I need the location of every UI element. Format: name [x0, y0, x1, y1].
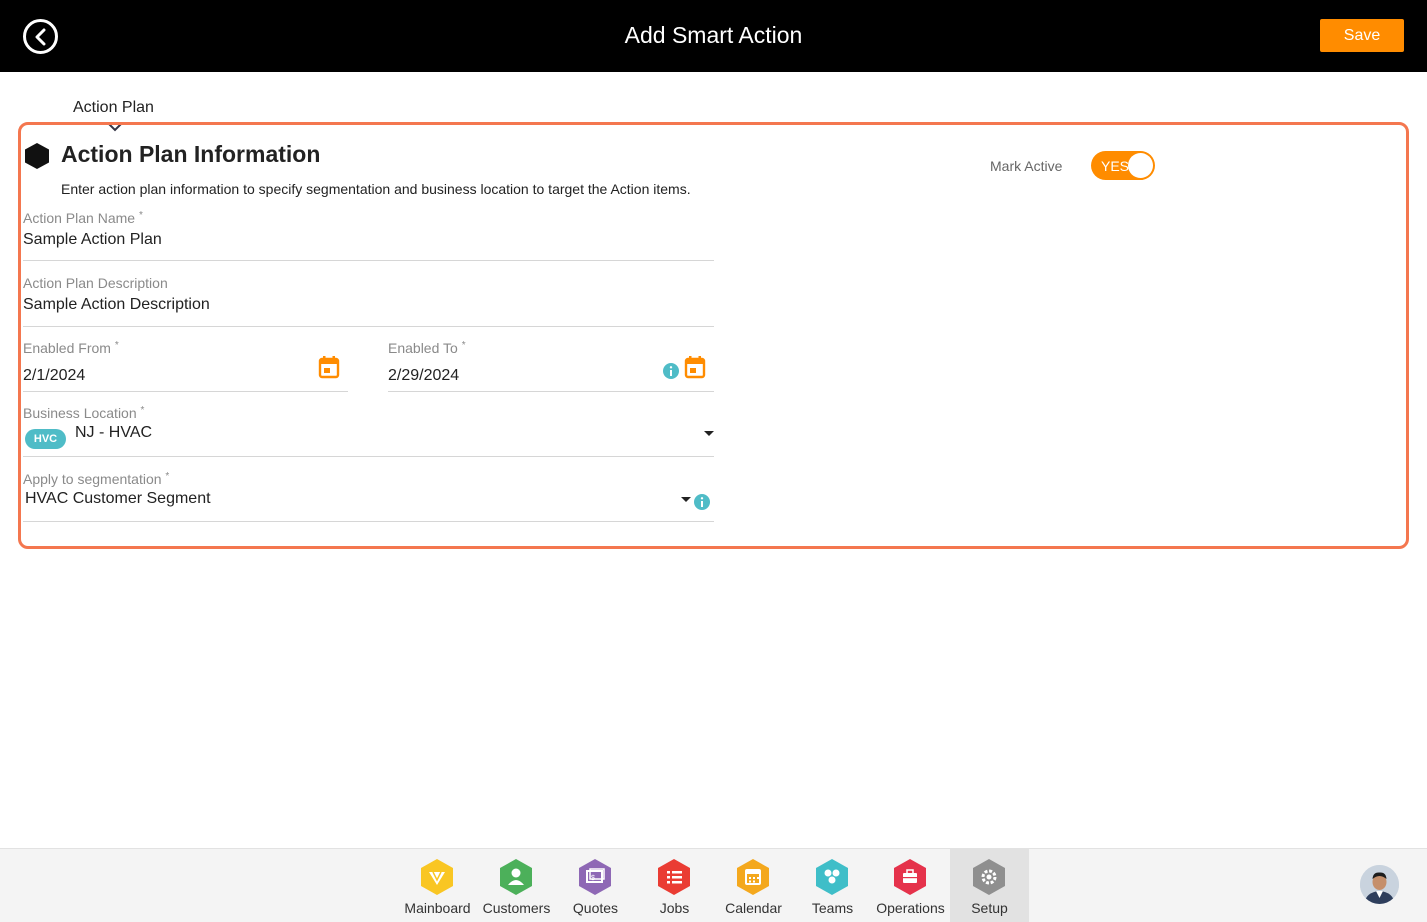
- calendar-icon[interactable]: [684, 355, 706, 379]
- action-plan-name-field[interactable]: Action Plan Name * Sample Action Plan: [23, 209, 714, 261]
- nav-label: Teams: [811, 900, 854, 916]
- svg-text:$: $: [591, 875, 595, 882]
- segmentation-label: Apply to segmentation *: [23, 471, 170, 487]
- action-plan-description-value: Sample Action Description: [23, 296, 210, 313]
- nav-label: Jobs: [659, 900, 690, 916]
- mark-active-toggle[interactable]: YES: [1091, 151, 1155, 180]
- action-plan-description-field[interactable]: Action Plan Description Sample Action De…: [23, 275, 714, 327]
- calendar-icon[interactable]: [318, 355, 340, 379]
- nav-item-mainboard[interactable]: Mainboard: [398, 849, 477, 922]
- nav-label: Operations: [876, 900, 945, 916]
- customers-icon: [500, 859, 532, 895]
- enabled-from-field[interactable]: Enabled From * 2/1/2024: [23, 340, 348, 392]
- toggle-label: YES: [1101, 158, 1130, 174]
- jobs-icon: [658, 859, 690, 895]
- section-description: Enter action plan information to specify…: [61, 181, 691, 197]
- segmentation-field[interactable]: Apply to segmentation * HVAC Customer Se…: [23, 471, 714, 522]
- caret-down-icon[interactable]: [680, 496, 692, 503]
- page-title: Add Smart Action: [624, 22, 803, 48]
- nav-label: Mainboard: [404, 900, 471, 916]
- info-icon[interactable]: [663, 363, 679, 379]
- tab-action-plan[interactable]: Action Plan: [73, 99, 154, 117]
- segmentation-value: HVAC Customer Segment: [25, 490, 211, 507]
- enabled-from-label: Enabled From *: [23, 340, 119, 356]
- hexagon-icon: [25, 143, 49, 169]
- enabled-from-value: 2/1/2024: [23, 367, 86, 384]
- gear-icon: [973, 859, 1005, 895]
- nav-label: Customers: [482, 900, 551, 916]
- nav-item-operations[interactable]: Operations: [871, 849, 950, 922]
- nav-item-setup[interactable]: Setup: [950, 849, 1029, 922]
- caret-down-icon[interactable]: [703, 430, 715, 437]
- info-icon[interactable]: [694, 494, 710, 510]
- nav-item-quotes[interactable]: $ Quotes: [556, 849, 635, 922]
- nav-item-customers[interactable]: Customers: [477, 849, 556, 922]
- nav-label: Calendar: [725, 900, 782, 916]
- operations-icon: [894, 859, 926, 895]
- mainboard-icon: [421, 859, 453, 895]
- enabled-to-value: 2/29/2024: [388, 367, 460, 384]
- avatar[interactable]: [1360, 865, 1399, 904]
- mark-active-label: Mark Active: [990, 158, 1063, 174]
- business-location-value: NJ - HVAC: [75, 424, 153, 441]
- location-chip: HVC: [25, 429, 66, 449]
- calendar-icon: [737, 859, 769, 895]
- toggle-knob: [1128, 153, 1153, 178]
- nav-label: Quotes: [572, 900, 619, 916]
- user-avatar-icon: [1360, 865, 1399, 904]
- teams-icon: [816, 859, 848, 895]
- nav-label: Setup: [971, 900, 1008, 916]
- business-location-field[interactable]: Business Location * HVC NJ - HVAC: [23, 405, 714, 457]
- action-plan-name-value: Sample Action Plan: [23, 231, 162, 248]
- quotes-icon: $: [579, 859, 611, 895]
- section-title: Action Plan Information: [61, 141, 321, 167]
- nav-item-calendar[interactable]: Calendar: [714, 849, 793, 922]
- nav-item-teams[interactable]: Teams: [793, 849, 872, 922]
- nav-item-jobs[interactable]: Jobs: [635, 849, 714, 922]
- bottom-nav: Mainboard Customers $ Quotes Jobs Calend…: [0, 848, 1427, 922]
- action-plan-name-label: Action Plan Name *: [23, 210, 143, 226]
- save-button[interactable]: Save: [1320, 19, 1404, 52]
- top-bar: Add Smart Action Save: [0, 0, 1427, 72]
- business-location-label: Business Location *: [23, 405, 145, 421]
- action-plan-description-label: Action Plan Description: [23, 275, 168, 291]
- enabled-to-label: Enabled To *: [388, 340, 466, 356]
